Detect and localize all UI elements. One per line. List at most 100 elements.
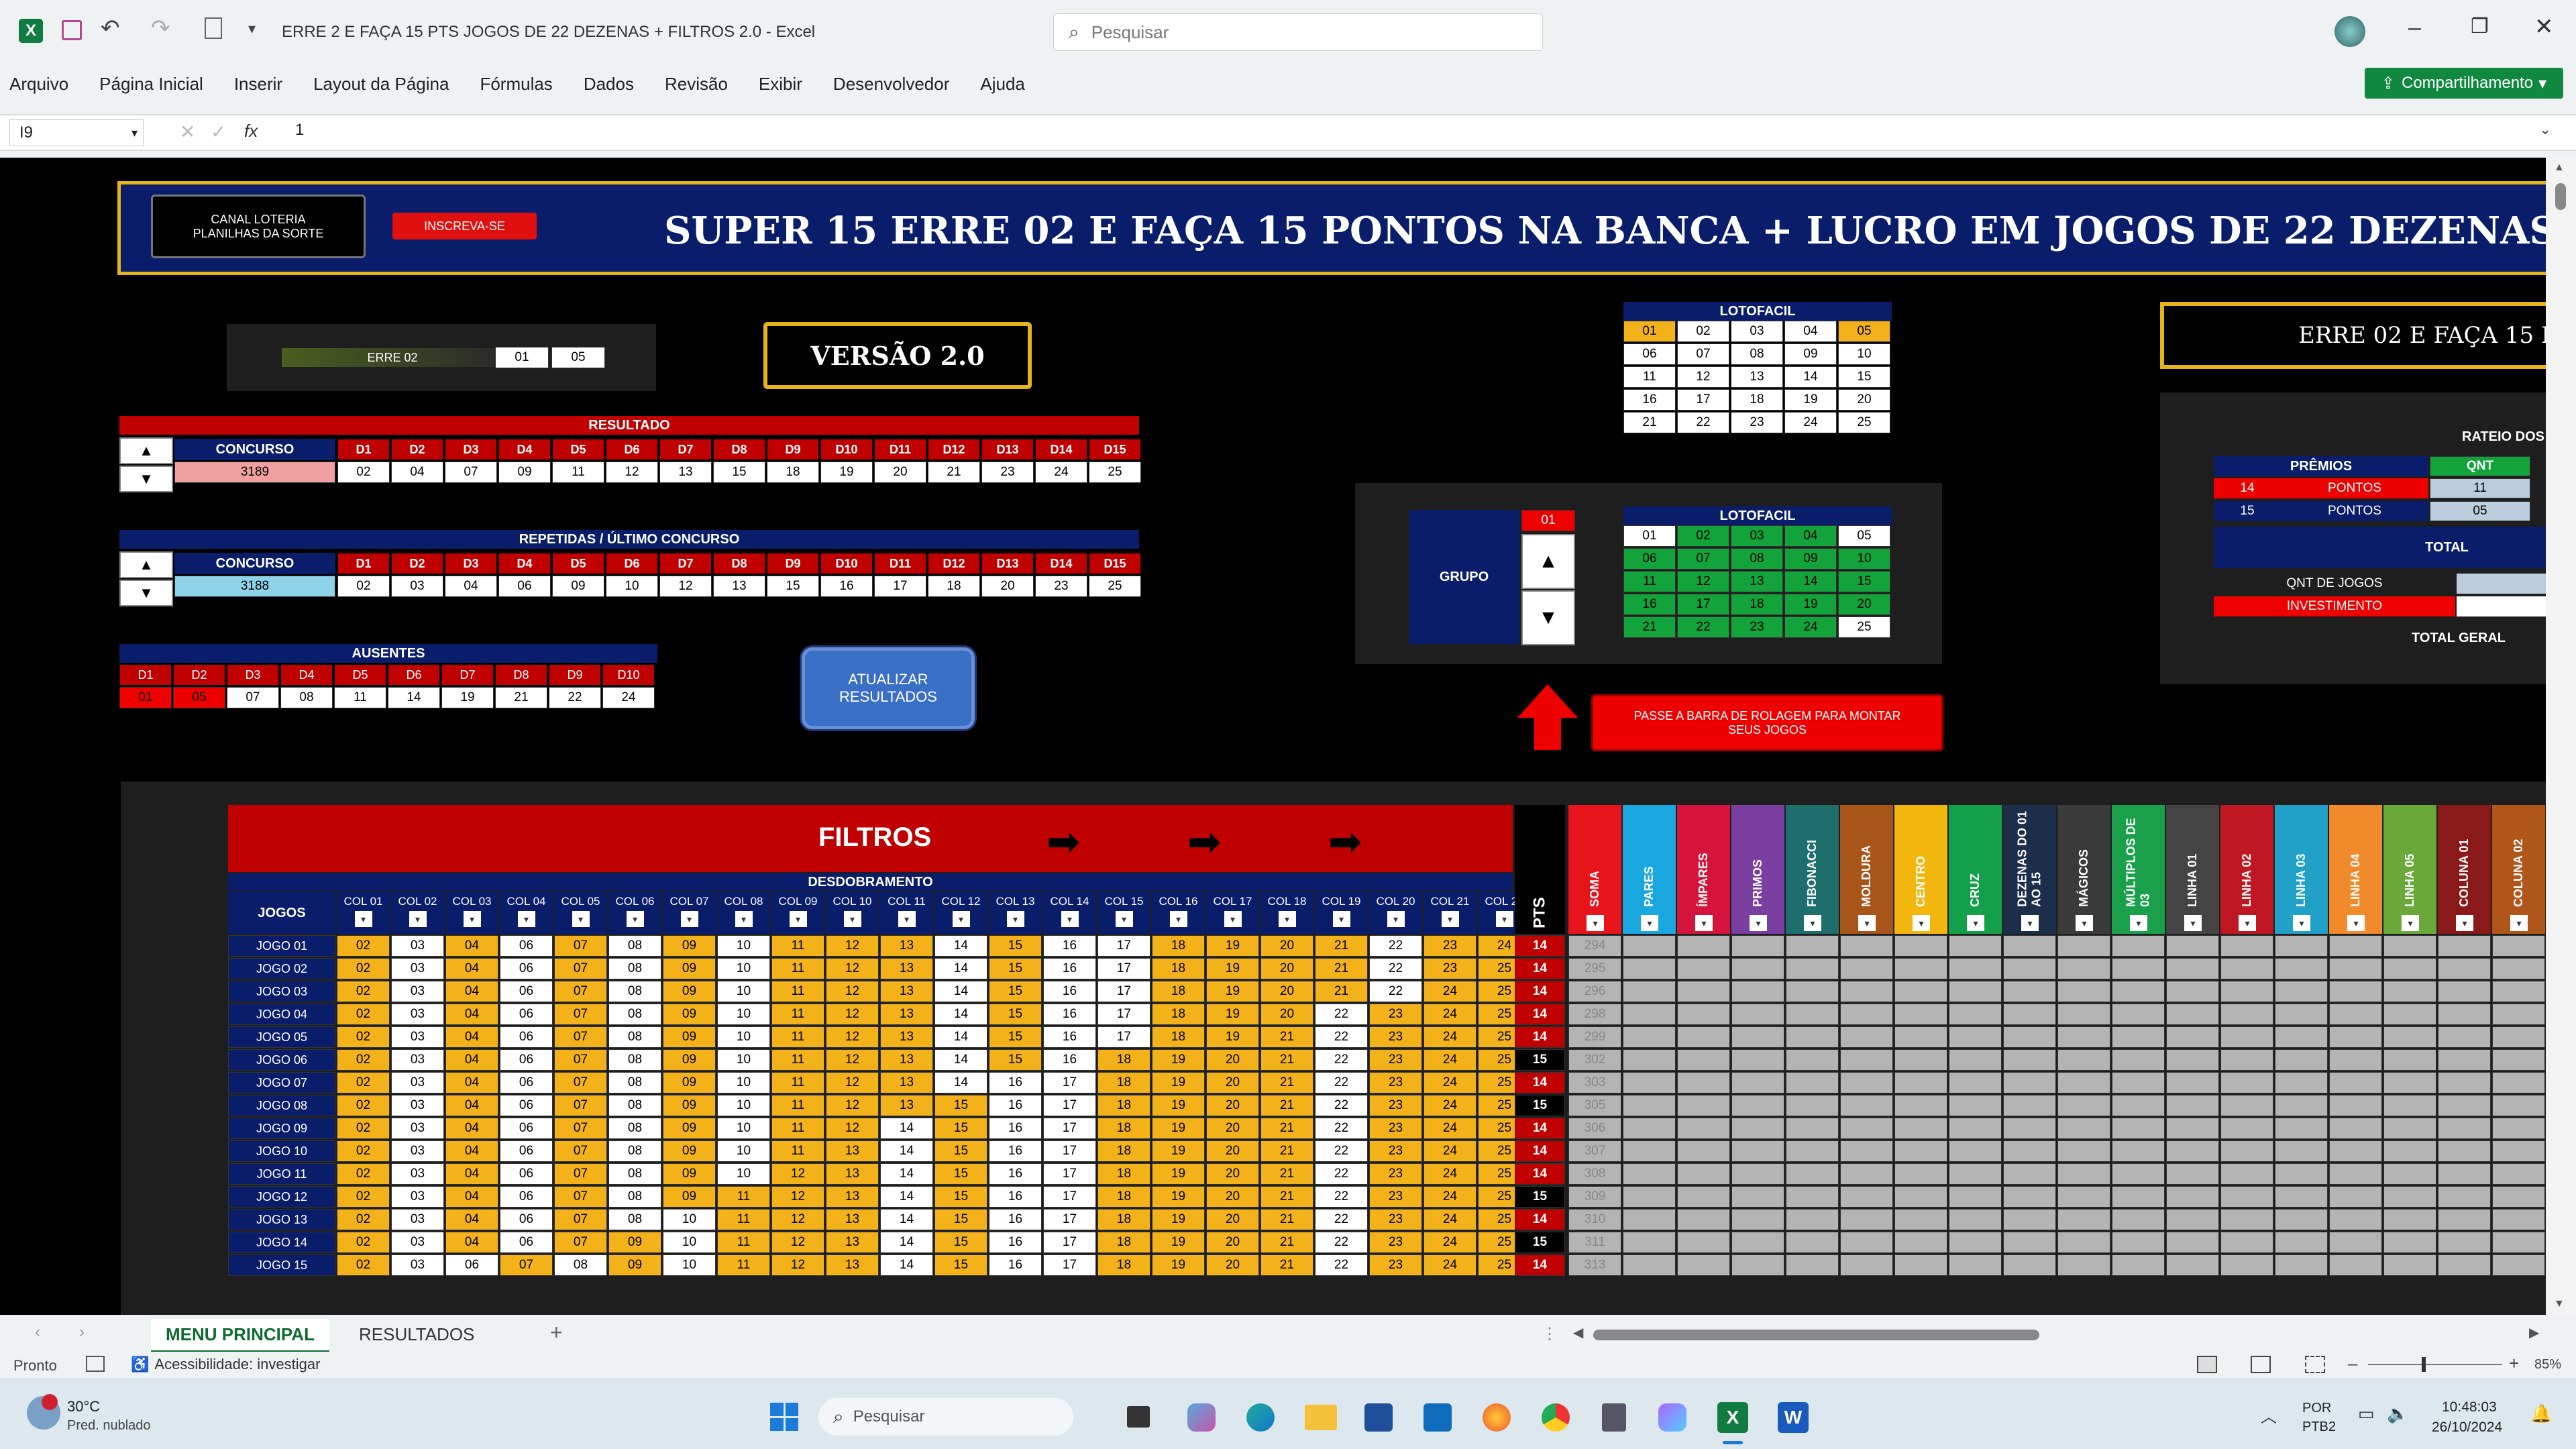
game-number[interactable]: 03 [391,1186,444,1208]
filter-value-cell[interactable]: 311 [1568,1232,1621,1253]
filter-value-cell[interactable] [1840,981,1893,1002]
filter-value-cell[interactable] [1731,958,1784,979]
game-number[interactable]: 16 [1043,935,1096,957]
game-number[interactable]: 14 [934,1049,987,1071]
filter-value-cell[interactable] [2329,1049,2382,1071]
game-number[interactable]: 14 [934,981,987,1002]
filter-value-cell[interactable] [2220,1254,2273,1276]
game-number[interactable]: 23 [1424,935,1477,957]
filter-value-cell[interactable] [1677,1026,1730,1048]
lotofacil-number[interactable]: 01 [1623,321,1676,342]
game-number[interactable]: 13 [880,1004,933,1025]
lotofacil-number[interactable]: 10 [1838,343,1890,365]
filter-dropdown-icon[interactable]: ▾ [2239,915,2256,931]
game-number[interactable]: 17 [1097,958,1150,979]
filter-value-cell[interactable] [1786,1140,1839,1162]
filter-value-cell[interactable] [1786,1004,1839,1025]
game-number[interactable]: 03 [391,1049,444,1071]
filter-value-cell[interactable] [1949,1163,2002,1185]
game-number[interactable]: 23 [1369,1209,1422,1230]
filter-value-cell[interactable] [2492,958,2545,979]
filter-value-cell[interactable] [1623,1072,1676,1093]
filter-value-cell[interactable] [2220,958,2273,979]
filter-value-cell[interactable] [2438,1004,2491,1025]
game-number[interactable]: 07 [500,1254,553,1276]
game-number[interactable]: 22 [1315,1140,1368,1162]
game-number[interactable]: 10 [663,1209,716,1230]
taskbar-search[interactable]: ⌕ Pesquisar [818,1398,1073,1436]
lotofacil-number[interactable]: 02 [1677,321,1729,342]
filter-value-cell[interactable] [2383,981,2436,1002]
number-cell[interactable]: 23 [1035,576,1087,597]
game-number[interactable]: 10 [717,1095,770,1116]
filter-value-cell[interactable] [1894,935,1947,957]
game-number[interactable]: 13 [880,1026,933,1048]
filter-dropdown-icon[interactable]: ▾ [789,911,807,927]
filter-value-cell[interactable] [2492,1004,2545,1025]
filter-value-cell[interactable] [2003,1072,2056,1093]
game-number[interactable]: 10 [717,935,770,957]
filter-value-cell[interactable] [2112,1049,2165,1071]
game-number[interactable]: 11 [771,935,824,957]
game-number[interactable]: 07 [554,1163,607,1185]
lotofacil-number[interactable]: 05 [1838,321,1890,342]
game-number[interactable]: 09 [663,981,716,1002]
number-cell[interactable]: 20 [874,462,926,483]
filter-value-cell[interactable] [2383,958,2436,979]
game-number[interactable]: 14 [934,935,987,957]
filter-value-cell[interactable] [2438,1232,2491,1253]
filter-value-cell[interactable] [1949,1209,2002,1230]
game-number[interactable]: 23 [1369,1186,1422,1208]
game-number[interactable]: 15 [934,1095,987,1116]
game-number[interactable]: 19 [1152,1163,1205,1185]
filter-dropdown-icon[interactable]: ▾ [2510,915,2528,931]
game-number[interactable]: 22 [1315,1072,1368,1093]
game-number[interactable]: 21 [1260,1186,1313,1208]
game-number[interactable]: 08 [608,958,661,979]
filter-value-cell[interactable] [2275,1095,2328,1116]
number-cell[interactable]: 12 [659,576,712,597]
game-number[interactable]: 10 [717,1004,770,1025]
filter-value-cell[interactable] [1731,1004,1784,1025]
filter-value-cell[interactable] [1840,1095,1893,1116]
filter-value-cell[interactable] [1786,1186,1839,1208]
game-number[interactable]: 02 [337,1186,390,1208]
game-number[interactable]: 19 [1206,981,1259,1002]
game-number[interactable]: 23 [1369,1232,1422,1253]
menu-exibir[interactable]: Exibir [759,74,802,95]
game-number[interactable]: 09 [663,1118,716,1139]
number-cell[interactable]: 25 [1089,462,1141,483]
number-cell[interactable]: 16 [820,576,873,597]
filter-value-cell[interactable] [1623,935,1676,957]
game-number[interactable]: 24 [1424,1118,1477,1139]
filter-value-cell[interactable] [1677,1163,1730,1185]
calculator-icon[interactable] [1602,1403,1626,1432]
lotofacil-number[interactable]: 15 [1838,571,1890,592]
game-number[interactable]: 18 [1152,1004,1205,1025]
filter-value-cell[interactable] [1949,1140,2002,1162]
filter-dropdown-icon[interactable]: ▾ [1641,915,1658,931]
game-number[interactable]: 21 [1260,1140,1313,1162]
game-number[interactable]: 10 [663,1232,716,1253]
number-cell[interactable]: 25 [1089,576,1141,597]
filter-value-cell[interactable] [2492,1072,2545,1093]
filter-value-cell[interactable] [1731,1118,1784,1139]
fx-icon[interactable]: fx [244,121,258,142]
game-number[interactable]: 15 [934,1254,987,1276]
game-number[interactable]: 19 [1152,1118,1205,1139]
filter-value-cell[interactable] [1894,981,1947,1002]
worksheet[interactable]: CANAL LOTERIA PLANILHAS DA SORTE INSCREV… [0,158,2546,1315]
game-number[interactable]: 20 [1260,935,1313,957]
zoom-in-icon[interactable]: + [2509,1353,2519,1374]
clock-time[interactable]: 10:48:03 [2442,1399,2497,1415]
game-number[interactable]: 08 [608,1163,661,1185]
lotofacil-number[interactable]: 19 [1784,594,1837,615]
game-number[interactable]: 13 [826,1232,879,1253]
scroll-right-icon[interactable]: ▶ [2529,1324,2539,1341]
game-number[interactable]: 18 [1152,1026,1205,1048]
game-number[interactable]: 04 [445,1049,498,1071]
game-number[interactable]: 24 [1424,1072,1477,1093]
game-number[interactable]: 02 [337,1140,390,1162]
filter-value-cell[interactable] [1731,1232,1784,1253]
game-number[interactable]: 12 [771,1163,824,1185]
